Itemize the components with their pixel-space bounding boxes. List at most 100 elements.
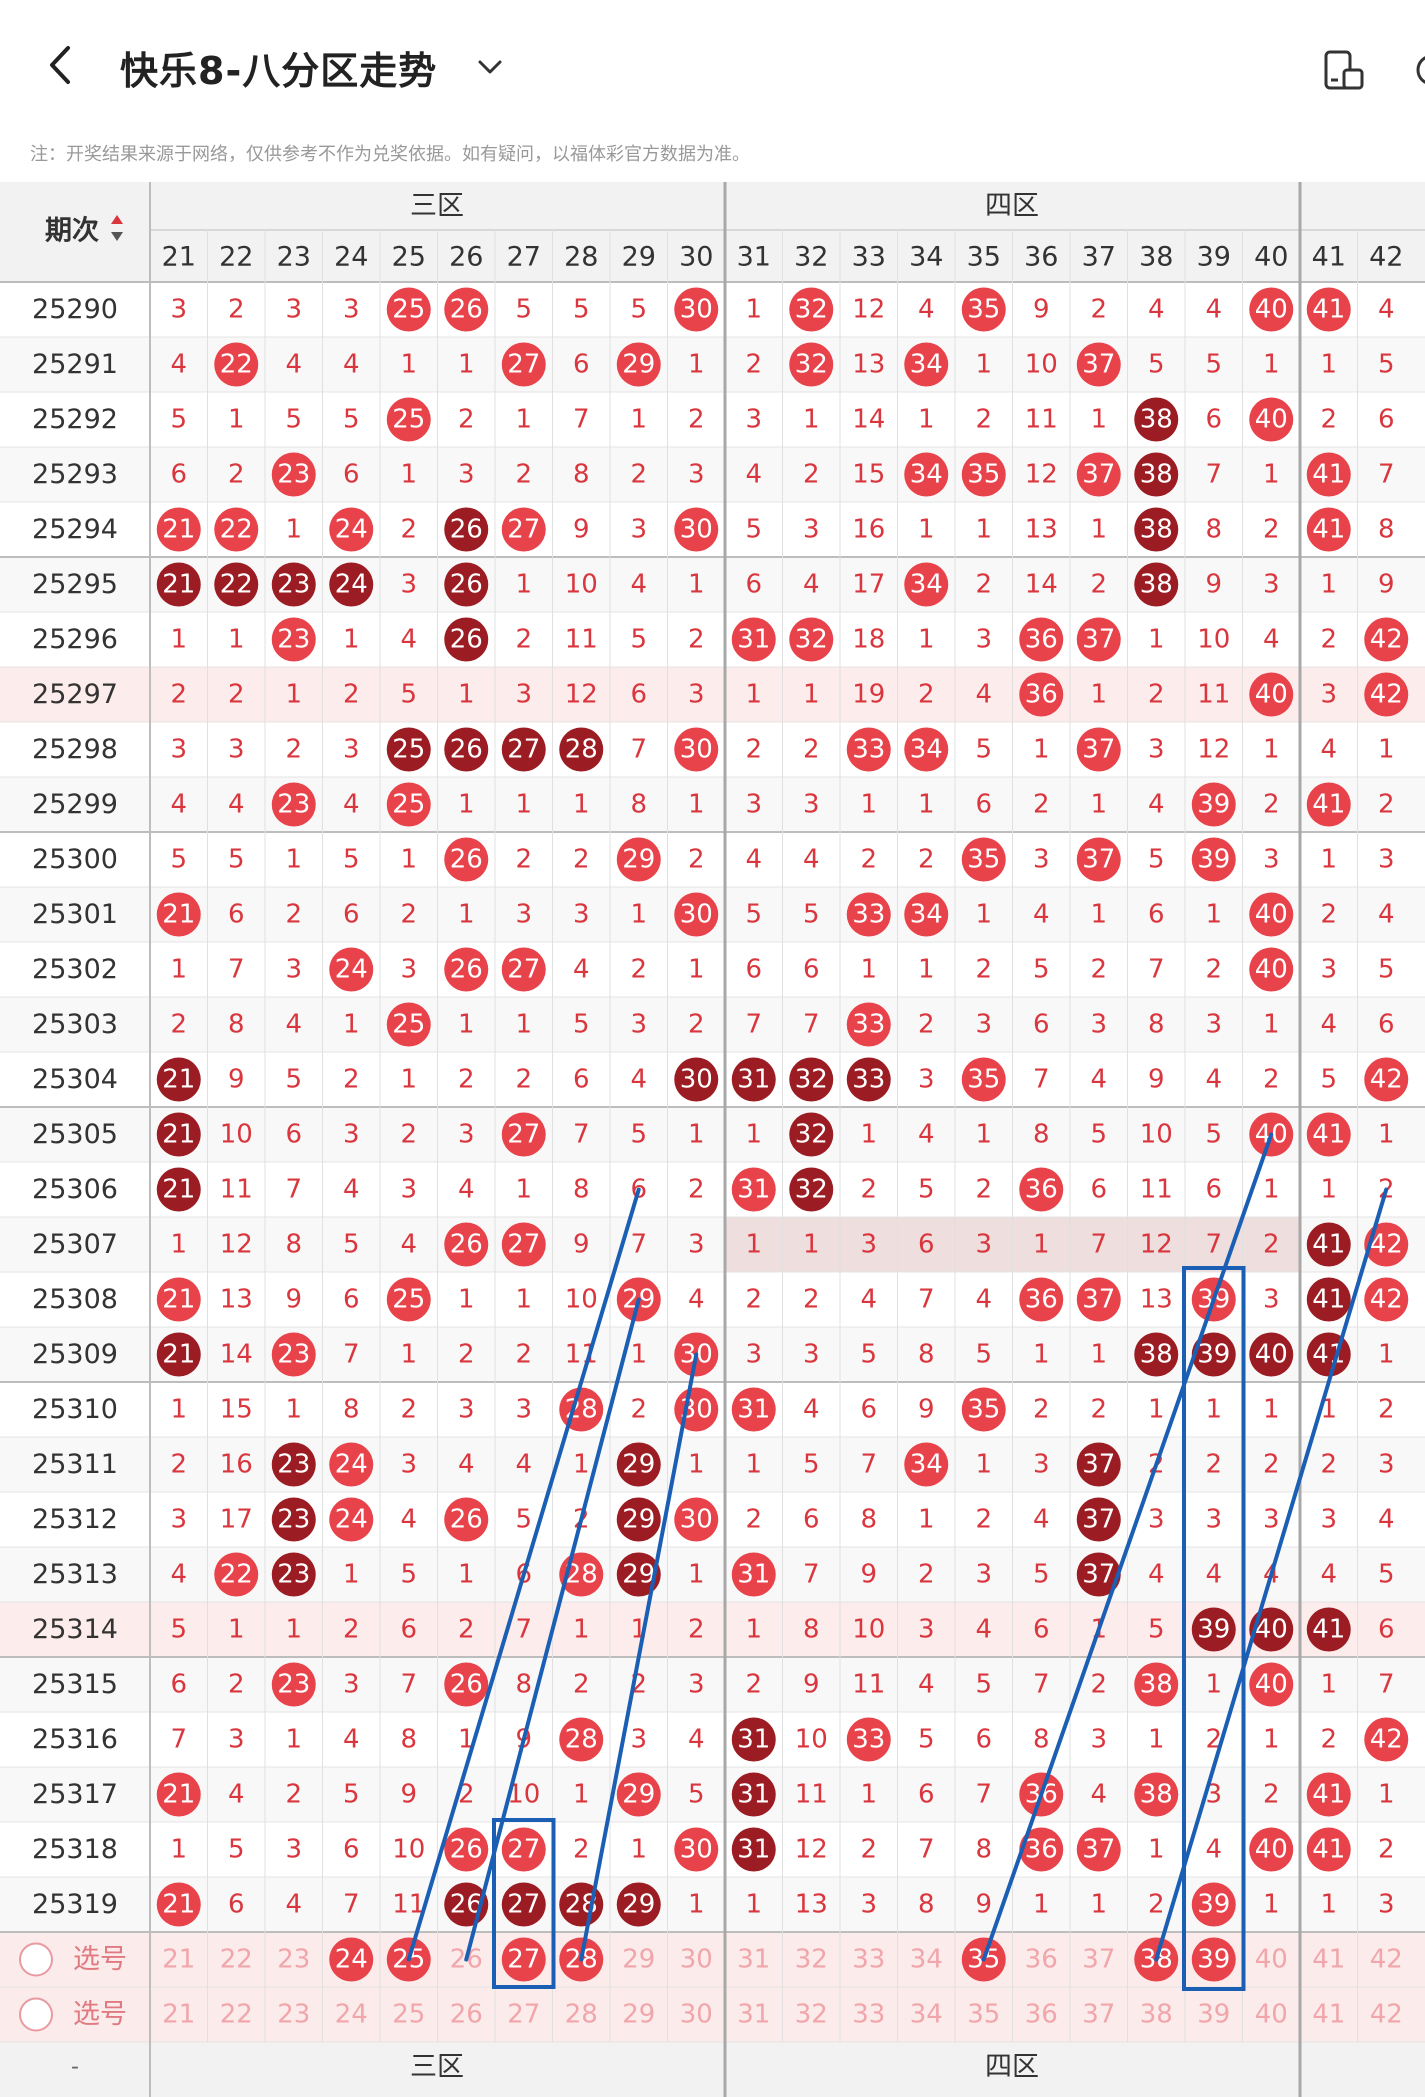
miss-count: 6 (1205, 405, 1222, 435)
miss-count: 2 (745, 1285, 762, 1315)
back-arrow-icon[interactable] (40, 40, 80, 90)
miss-count: 2 (975, 405, 992, 435)
column-header-33: 33 (852, 242, 886, 273)
ball-number: 42 (1370, 1065, 1403, 1095)
ball-number: 31 (737, 1175, 770, 1205)
ball-number: 21 (162, 570, 195, 600)
miss-count: 1 (745, 680, 762, 710)
ball-number: 26 (450, 845, 483, 875)
miss-count: 2 (918, 680, 935, 710)
miss-count: 9 (803, 1670, 820, 1700)
miss-count: 4 (1205, 1065, 1222, 1095)
period-25308: 25308 (32, 1284, 118, 1315)
more-icon[interactable] (1408, 48, 1425, 92)
ball-number: 24 (335, 955, 368, 985)
ball-number: 38 (1140, 460, 1173, 490)
miss-count: 2 (458, 1340, 475, 1370)
ball-number: 23 (277, 1670, 310, 1700)
miss-count: 1 (1033, 735, 1050, 765)
chevron-down-icon[interactable] (475, 52, 505, 82)
miss-count: 5 (803, 900, 820, 930)
ball-number: 21 (162, 1120, 195, 1150)
zone-label-4: 四区 (985, 191, 1039, 222)
column-header-41: 41 (1312, 242, 1346, 273)
ball-number: 38 (1140, 405, 1173, 435)
miss-count: 6 (1378, 1010, 1395, 1040)
ball-number: 40 (1255, 1340, 1288, 1370)
miss-count: 1 (228, 625, 245, 655)
select-radio[interactable] (19, 1942, 53, 1977)
period-25296: 25296 (32, 624, 118, 655)
miss-count: 2 (1263, 1065, 1280, 1095)
ball-number: 34 (910, 735, 943, 765)
miss-count: 6 (803, 1505, 820, 1535)
miss-count: 4 (400, 1230, 417, 1260)
miss-count: 5 (1378, 955, 1395, 985)
miss-count: 17 (852, 570, 885, 600)
miss-count: 3 (860, 1230, 877, 1260)
miss-count: 1 (170, 1395, 187, 1425)
miss-count: 1 (630, 1835, 647, 1865)
ball-number: 42 (1370, 625, 1403, 655)
miss-count: 4 (975, 680, 992, 710)
miss-count: 5 (975, 735, 992, 765)
miss-count: 5 (1205, 350, 1222, 380)
miss-count: 4 (1378, 295, 1395, 325)
miss-count: 11 (1197, 680, 1230, 710)
miss-count: 2 (228, 1670, 245, 1700)
column-header-35: 35 (967, 242, 1001, 273)
miss-count: 4 (1205, 295, 1222, 325)
miss-count: 1 (745, 1230, 762, 1260)
miss-count: 2 (745, 1505, 762, 1535)
miss-count: 5 (170, 845, 187, 875)
miss-count: 3 (1263, 570, 1280, 600)
miss-count: 13 (852, 350, 885, 380)
select-number-option: 33 (852, 1945, 885, 1975)
miss-count: 3 (228, 735, 245, 765)
ball-number: 23 (277, 1560, 310, 1590)
miss-count: 6 (343, 1835, 360, 1865)
miss-count: 3 (515, 900, 532, 930)
miss-count: 4 (1320, 1560, 1337, 1590)
period-25290: 25290 (32, 294, 118, 325)
miss-count: 2 (688, 405, 705, 435)
miss-count: 4 (1033, 1505, 1050, 1535)
miss-count: 2 (343, 1615, 360, 1645)
ball-number: 24 (335, 515, 368, 545)
miss-count: 1 (1148, 625, 1165, 655)
miss-count: 1 (400, 460, 417, 490)
miss-count: 15 (220, 1395, 253, 1425)
period-25297: 25297 (32, 679, 118, 710)
miss-count: 1 (573, 1615, 590, 1645)
select-radio[interactable] (19, 1997, 53, 2032)
column-header-29: 29 (622, 242, 656, 273)
miss-count: 6 (400, 1615, 417, 1645)
miss-count: 1 (918, 405, 935, 435)
miss-count: 2 (630, 1395, 647, 1425)
select-number-option: 28 (565, 2000, 598, 2030)
miss-count: 1 (170, 1835, 187, 1865)
period-25309: 25309 (32, 1339, 118, 1370)
miss-count: 1 (1263, 1175, 1280, 1205)
miss-count: 2 (228, 460, 245, 490)
select-number-option: 36 (1025, 2000, 1058, 2030)
miss-count: 9 (860, 1560, 877, 1590)
screen-switch-icon[interactable] (1322, 48, 1366, 92)
miss-count: 10 (565, 570, 598, 600)
miss-count: 1 (1263, 1890, 1280, 1920)
miss-count: 1 (1263, 735, 1280, 765)
miss-count: 3 (515, 680, 532, 710)
miss-count: 2 (975, 955, 992, 985)
ball-number: 40 (1255, 295, 1288, 325)
miss-count: 5 (573, 295, 590, 325)
ball-number: 41 (1312, 1835, 1345, 1865)
miss-count: 2 (860, 1835, 877, 1865)
miss-count: 2 (688, 1615, 705, 1645)
miss-count: 9 (1033, 295, 1050, 325)
miss-count: 1 (458, 790, 475, 820)
miss-count: 1 (1378, 1780, 1395, 1810)
miss-count: 1 (803, 1230, 820, 1260)
ball-number: 21 (162, 515, 195, 545)
miss-count: 3 (688, 460, 705, 490)
miss-count: 1 (630, 1340, 647, 1370)
